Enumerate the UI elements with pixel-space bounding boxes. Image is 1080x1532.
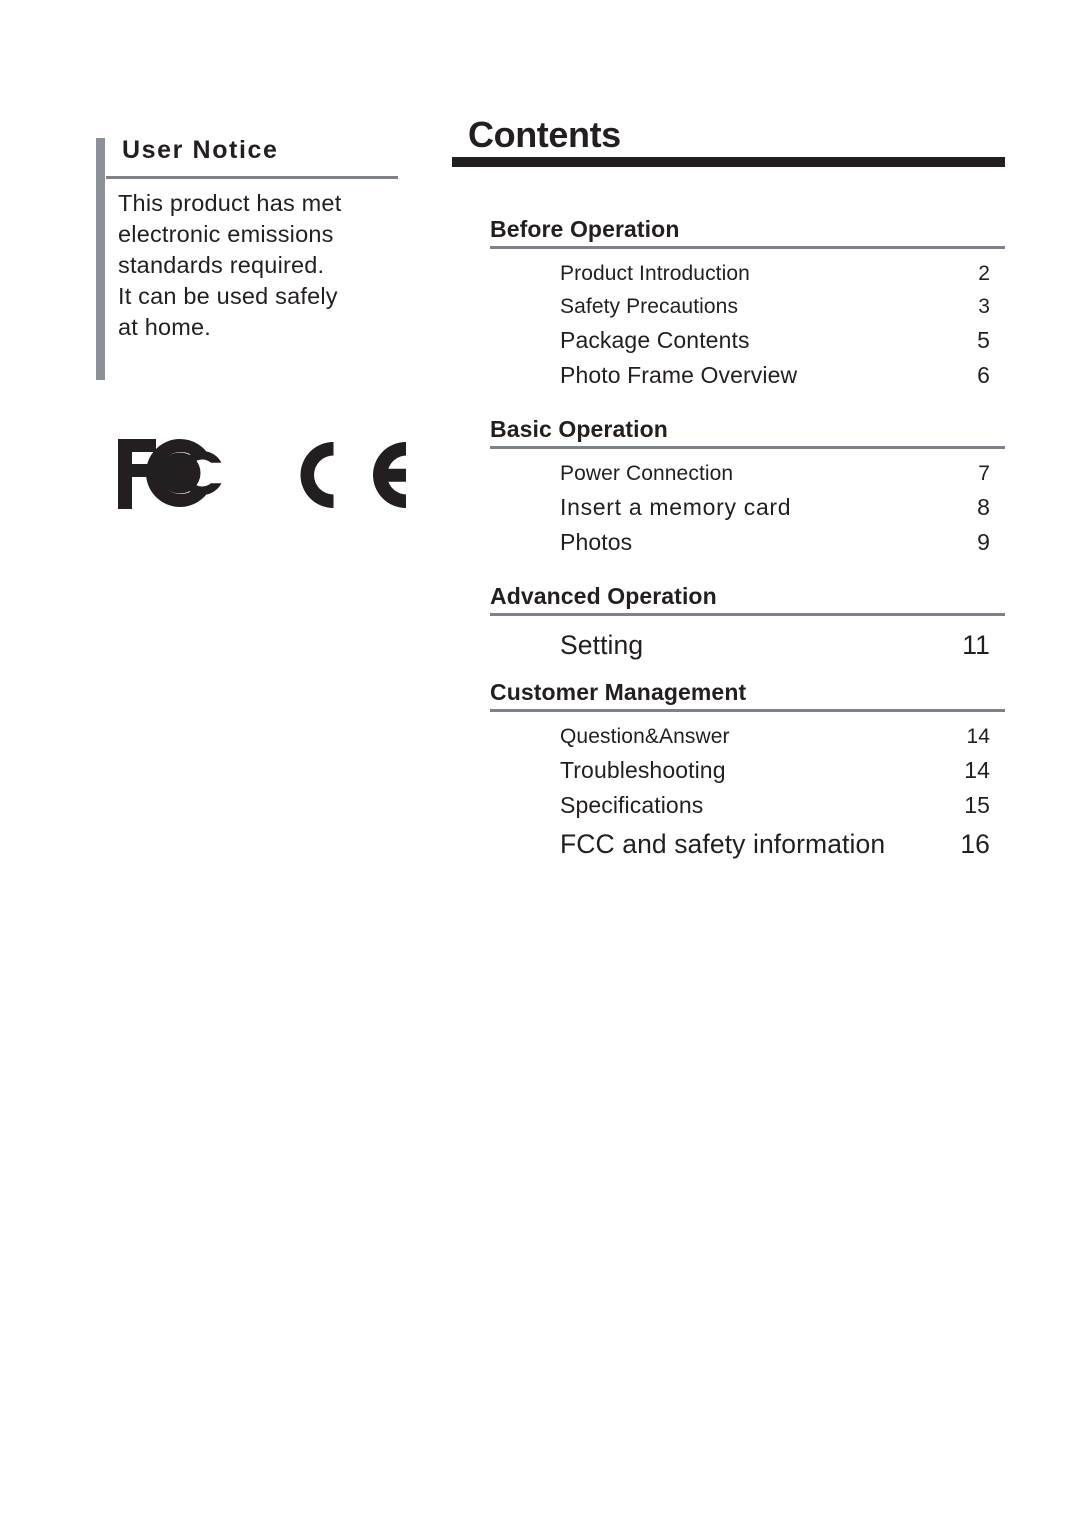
user-notice-underline xyxy=(106,176,398,179)
toc-entry-page: 7 xyxy=(978,462,990,485)
toc-section-title: Basic Operation xyxy=(490,416,668,442)
toc-entry-page: 8 xyxy=(977,494,990,520)
toc-entry-label: Question&Answer xyxy=(560,725,730,748)
toc-entry[interactable]: Insert a memory card 8 xyxy=(560,490,990,525)
toc-entry-list: Setting 11 xyxy=(560,624,990,666)
toc-entry[interactable]: Question&Answer 14 xyxy=(560,720,990,753)
toc-entry-page: 5 xyxy=(977,327,990,353)
toc-entry[interactable]: Photo Frame Overview 6 xyxy=(560,358,990,393)
toc-section-rule xyxy=(490,613,1005,616)
toc-entry-list: Question&Answer 14 Troubleshooting 14 Sp… xyxy=(560,720,990,865)
toc-entry-label: Setting xyxy=(560,630,644,660)
toc-entry-label: FCC and safety information xyxy=(560,829,886,859)
toc-entry-page: 9 xyxy=(977,529,990,555)
contents-block: Contents Before Operation Product Introd… xyxy=(452,116,1006,865)
toc-entry[interactable]: FCC and safety information 16 xyxy=(560,823,990,865)
table-of-contents: Before Operation Product Introduction 2 … xyxy=(452,215,1006,865)
user-notice-line: at home. xyxy=(118,314,212,340)
user-notice-line: This product has met xyxy=(118,190,342,216)
ce-icon xyxy=(300,442,406,508)
toc-entry[interactable]: Troubleshooting 14 xyxy=(560,753,990,788)
user-notice-body: This product has met electronic emission… xyxy=(118,188,418,343)
user-notice-line: electronic emissions xyxy=(118,221,334,247)
toc-entry-label: Package Contents xyxy=(560,327,750,353)
user-notice-accent-bar xyxy=(96,138,105,380)
toc-entry-label: Safety Precautions xyxy=(560,295,739,318)
user-notice-heading: User Notice xyxy=(122,136,279,164)
toc-section-title: Before Operation xyxy=(490,216,680,242)
toc-section: Customer Management Question&Answer 14 T… xyxy=(452,678,1006,865)
toc-section-rule xyxy=(490,446,1005,449)
toc-entry[interactable]: Power Connection 7 xyxy=(560,457,990,490)
toc-section-rule xyxy=(490,246,1005,249)
toc-entry-page: 14 xyxy=(966,725,990,748)
toc-entry-page: 6 xyxy=(977,362,990,388)
toc-entry-label: Specifications xyxy=(560,792,704,818)
toc-entry[interactable]: Safety Precautions 3 xyxy=(560,290,990,323)
toc-entry-page: 16 xyxy=(960,829,990,859)
toc-entry-page: 11 xyxy=(962,630,990,660)
user-notice-line: It can be used safely xyxy=(118,283,338,309)
toc-section-rule xyxy=(490,709,1005,712)
toc-section-title: Advanced Operation xyxy=(490,583,717,609)
toc-entry[interactable]: Photos 9 xyxy=(560,525,990,560)
toc-section: Basic Operation Power Connection 7 Inser… xyxy=(452,415,1006,560)
toc-entry-page: 14 xyxy=(964,757,990,783)
toc-entry-page: 2 xyxy=(978,262,990,285)
toc-entry-list: Product Introduction 2 Safety Precaution… xyxy=(560,257,990,393)
user-notice-line: standards required. xyxy=(118,252,325,278)
contents-title: Contents xyxy=(468,114,621,155)
toc-entry-label: Insert a memory card xyxy=(560,494,792,520)
toc-entry[interactable]: Setting 11 xyxy=(560,624,990,666)
certification-logos xyxy=(118,437,418,517)
toc-entry[interactable]: Product Introduction 2 xyxy=(560,257,990,290)
toc-section: Before Operation Product Introduction 2 … xyxy=(452,215,1006,393)
toc-section-title: Customer Management xyxy=(490,679,747,705)
toc-entry-label: Troubleshooting xyxy=(560,757,726,783)
toc-entry-page: 15 xyxy=(964,792,990,818)
toc-section: Advanced Operation Setting 11 xyxy=(452,582,1006,666)
fcc-icon xyxy=(118,439,222,509)
toc-entry-list: Power Connection 7 Insert a memory card … xyxy=(560,457,990,560)
toc-entry[interactable]: Package Contents 5 xyxy=(560,323,990,358)
toc-entry-label: Photo Frame Overview xyxy=(560,362,798,388)
toc-entry-label: Power Connection xyxy=(560,462,734,485)
contents-title-bar xyxy=(452,157,1005,167)
toc-entry-label: Product Introduction xyxy=(560,262,750,285)
toc-entry[interactable]: Specifications 15 xyxy=(560,788,990,823)
toc-entry-page: 3 xyxy=(978,295,990,318)
document-page: User Notice This product has met electro… xyxy=(0,0,1080,1532)
toc-entry-label: Photos xyxy=(560,529,633,555)
